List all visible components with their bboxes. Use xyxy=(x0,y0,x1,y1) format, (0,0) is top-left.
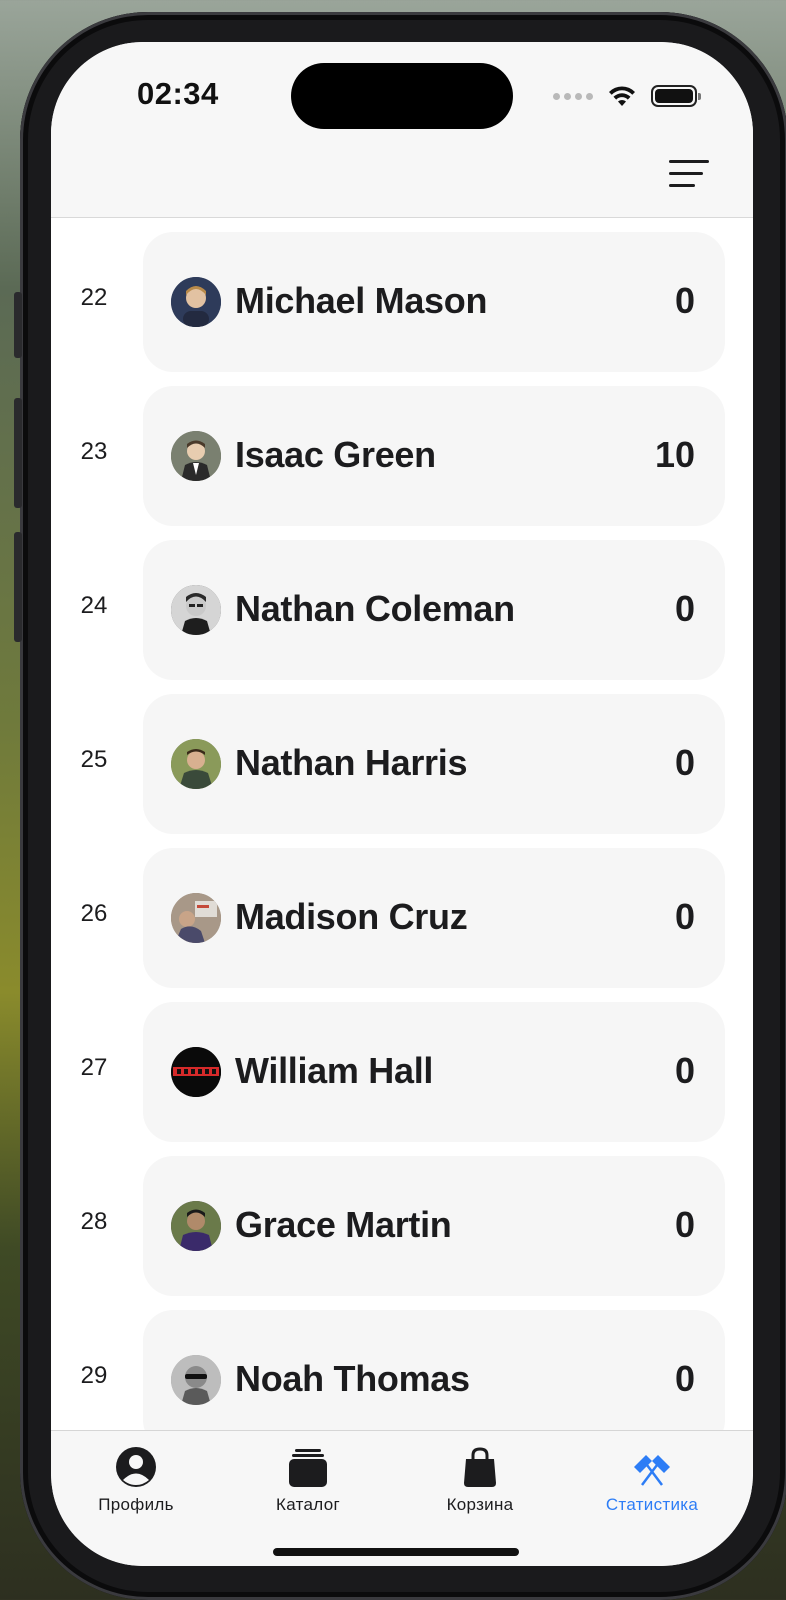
avatar xyxy=(171,1047,221,1097)
cellular-signal-icon xyxy=(553,92,593,100)
avatar-image xyxy=(171,1201,221,1251)
rank-number: 26 xyxy=(80,900,108,927)
rank-number: 27 xyxy=(80,1054,108,1081)
avatar-image xyxy=(171,1047,221,1097)
tab-label: Корзина xyxy=(446,1495,514,1514)
tab-profile[interactable]: Профиль xyxy=(51,1445,221,1515)
player-name: Isaac Green xyxy=(235,434,436,475)
tab-label: Статистика xyxy=(605,1495,699,1514)
leaderboard-row: 22 Michael Mason 0 xyxy=(51,232,753,372)
hamburger-menu-icon xyxy=(669,172,703,175)
avatar-image xyxy=(171,893,221,943)
tab-statistics[interactable]: Статистика xyxy=(567,1445,737,1515)
player-name: William Hall xyxy=(235,1050,434,1091)
avatar-image xyxy=(171,431,221,481)
leaderboard-row: 27 William Hall 0 xyxy=(51,1002,753,1142)
rank-number: 22 xyxy=(80,284,108,311)
leaderboard-row: 23 Isaac Green 10 xyxy=(51,386,753,526)
avatar xyxy=(171,277,221,327)
leaderboard-row: 25 Nathan Harris 0 xyxy=(51,694,753,834)
catalog-stack-icon xyxy=(289,1449,327,1487)
leaderboard-row: 29 Noah Thomas 0 xyxy=(51,1310,753,1430)
tab-label: Каталог xyxy=(276,1495,340,1514)
player-name: Michael Mason xyxy=(235,280,488,321)
player-card[interactable]: Isaac Green 10 xyxy=(143,386,725,526)
avatar xyxy=(171,1201,221,1251)
player-score: 0 xyxy=(674,1204,695,1245)
player-card[interactable]: Grace Martin 0 xyxy=(143,1156,725,1296)
player-name: Noah Thomas xyxy=(235,1358,470,1399)
header: 02:34 xyxy=(51,42,753,218)
player-card[interactable]: Madison Cruz 0 xyxy=(143,848,725,988)
player-score: 0 xyxy=(674,896,695,937)
tab-label: Профиль xyxy=(98,1495,174,1514)
avatar xyxy=(171,585,221,635)
leaderboard-list[interactable]: 22 Michael Mason 0 23 Isaac Green 10 24 xyxy=(51,218,753,1430)
avatar xyxy=(171,431,221,481)
player-score: 0 xyxy=(674,742,695,783)
tab-catalog[interactable]: Каталог xyxy=(223,1445,393,1515)
player-score: 0 xyxy=(674,1050,695,1091)
battery-icon xyxy=(651,85,701,107)
rank-number: 29 xyxy=(80,1362,108,1389)
avatar xyxy=(171,893,221,943)
player-score: 0 xyxy=(674,588,695,629)
rank-number: 28 xyxy=(80,1208,108,1235)
player-card[interactable]: Nathan Coleman 0 xyxy=(143,540,725,680)
player-name: Nathan Harris xyxy=(235,742,468,783)
rank-number: 24 xyxy=(80,592,108,619)
status-time: 02:34 xyxy=(137,76,219,111)
person-circle-icon xyxy=(116,1447,156,1487)
leaderboard-row: 28 Grace Martin 0 xyxy=(51,1156,753,1296)
avatar-image xyxy=(171,1355,221,1405)
hamburger-menu-icon xyxy=(669,160,709,163)
home-indicator xyxy=(273,1548,519,1556)
tab-cart[interactable]: Корзина xyxy=(395,1445,565,1515)
avatar xyxy=(171,739,221,789)
avatar-image xyxy=(171,739,221,789)
phone-screen: 02:34 22 Michael Mason 0 23 Isaac Green … xyxy=(51,42,753,1566)
avatar-image xyxy=(171,585,221,635)
side-button xyxy=(14,398,22,508)
wifi-icon xyxy=(609,86,635,106)
avatar-image xyxy=(171,277,221,327)
rank-number: 25 xyxy=(80,746,108,773)
dynamic-island xyxy=(291,63,513,129)
player-score: 0 xyxy=(674,280,695,321)
player-score: 0 xyxy=(674,1358,695,1399)
player-card[interactable]: Michael Mason 0 xyxy=(143,232,725,372)
leaderboard-row: 24 Nathan Coleman 0 xyxy=(51,540,753,680)
player-card[interactable]: Nathan Harris 0 xyxy=(143,694,725,834)
rank-number: 23 xyxy=(80,438,108,465)
player-name: Madison Cruz xyxy=(235,896,468,937)
flags-icon xyxy=(634,1455,670,1486)
player-card[interactable]: Noah Thomas 0 xyxy=(143,1310,725,1430)
player-score: 10 xyxy=(654,434,695,475)
status-icons xyxy=(553,84,701,108)
leaderboard-row: 26 Madison Cruz 0 xyxy=(51,848,753,988)
menu-button[interactable] xyxy=(669,160,709,188)
shopping-bag-icon xyxy=(464,1447,496,1487)
side-button xyxy=(14,532,22,642)
avatar xyxy=(171,1355,221,1405)
player-name: Grace Martin xyxy=(235,1204,452,1245)
side-button xyxy=(14,292,22,358)
player-name: Nathan Coleman xyxy=(235,588,515,629)
tab-bar: Профиль Каталог Корзина Статистика xyxy=(51,1430,753,1566)
hamburger-menu-icon xyxy=(669,184,695,187)
player-card[interactable]: William Hall 0 xyxy=(143,1002,725,1142)
